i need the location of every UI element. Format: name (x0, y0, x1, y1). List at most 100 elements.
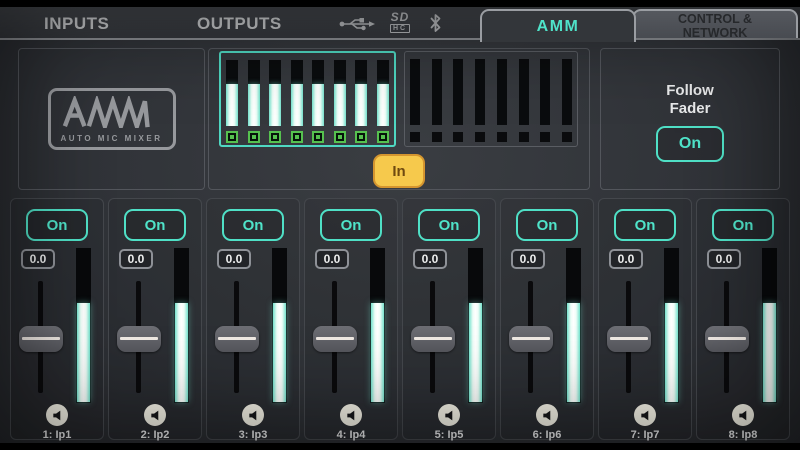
channel-fader-handle[interactable] (215, 326, 259, 352)
amm-meter-bar (269, 60, 281, 126)
channel-strip-6: On 0.0 6: Ip6 (500, 198, 594, 440)
channel-gain-value[interactable]: 0.0 (21, 249, 55, 269)
channel-strip-4: On 0.0 4: Ip4 (304, 198, 398, 440)
channel-level-meter (664, 248, 679, 403)
channel-strip-8: On 0.0 8: Ip8 (696, 198, 790, 440)
channel-on-button[interactable]: On (418, 209, 480, 241)
channel-gain-value[interactable]: 0.0 (609, 249, 643, 269)
channel-label: 2: Ip2 (109, 429, 201, 441)
channel-gain-value[interactable]: 0.0 (413, 249, 447, 269)
amm-in-button[interactable]: In (373, 154, 425, 188)
follow-fader-on-button[interactable]: On (656, 126, 724, 162)
follow-fader-label: Follow Fader (601, 82, 779, 118)
gate-open-indicator (248, 131, 260, 143)
channel-gain-value[interactable]: 0.0 (119, 249, 153, 269)
channel-gain-value[interactable]: 0.0 (217, 249, 251, 269)
channel-fader-handle[interactable] (117, 326, 161, 352)
channel-fader-handle[interactable] (313, 326, 357, 352)
channel-fader-handle[interactable] (607, 326, 651, 352)
channel-fader-handle[interactable] (509, 326, 553, 352)
channel-strip-7: On 0.0 7: Ip7 (598, 198, 692, 440)
follow-fader-line1: Follow (666, 82, 714, 99)
amm-logo-box: AUTO MIC MIXER (18, 48, 205, 190)
channel-on-button[interactable]: On (516, 209, 578, 241)
channel-label: 7: Ip7 (599, 429, 691, 441)
mixer-screen: INPUTS OUTPUTS SD HC (0, 7, 800, 443)
channel-label: 5: Ip5 (403, 429, 495, 441)
gate-off-indicator (519, 132, 529, 142)
channel-gain-value[interactable]: 0.0 (315, 249, 349, 269)
tab-outputs[interactable]: OUTPUTS (197, 14, 282, 34)
channel-level-meter (762, 248, 777, 403)
channel-on-button[interactable]: On (124, 209, 186, 241)
amm-meter-bar-inactive (519, 59, 529, 125)
amm-meter-bar (248, 60, 260, 126)
speaker-icon[interactable] (438, 404, 460, 426)
auto-mic-mixer-logo: AUTO MIC MIXER (48, 88, 176, 150)
amm-meter-bar-inactive (497, 59, 507, 125)
gate-off-indicator (497, 132, 507, 142)
amm-meter-bar-inactive (432, 59, 442, 125)
channel-fader-handle[interactable] (411, 326, 455, 352)
tab-control-network[interactable]: CONTROL & NETWORK (632, 9, 798, 38)
channel-on-button[interactable]: On (222, 209, 284, 241)
amm-meter-bar (291, 60, 303, 126)
channel-strips: On 0.0 1: Ip1 On 0.0 2: Ip2 On 0.0 3: Ip… (10, 198, 790, 440)
channel-label: 8: Ip8 (697, 429, 789, 441)
channel-label: 1: Ip1 (11, 429, 103, 441)
gate-open-indicator (377, 131, 389, 143)
follow-fader-line2: Fader (670, 100, 711, 117)
channel-on-button[interactable]: On (320, 209, 382, 241)
channel-fader-handle[interactable] (705, 326, 749, 352)
sdhc-card-icon: SD HC (385, 11, 415, 33)
gate-open-indicator (226, 131, 238, 143)
amm-meter-bar (312, 60, 324, 126)
gate-open-indicator (269, 131, 281, 143)
follow-fader-box: Follow Fader On (600, 48, 780, 190)
channel-gain-value[interactable]: 0.0 (511, 249, 545, 269)
usb-icon (338, 16, 376, 36)
control-tab-line2: NETWORK (683, 26, 748, 40)
speaker-icon[interactable] (242, 404, 264, 426)
channel-strip-2: On 0.0 2: Ip2 (108, 198, 202, 440)
speaker-icon[interactable] (732, 404, 754, 426)
amm-meter-bar-inactive (410, 59, 420, 125)
channel-label: 6: Ip6 (501, 429, 593, 441)
channel-strip-1: On 0.0 1: Ip1 (10, 198, 104, 440)
gate-open-indicator (291, 131, 303, 143)
gate-off-indicator (432, 132, 442, 142)
channel-level-meter (272, 248, 287, 403)
amm-meters-panel: In (208, 48, 590, 190)
channel-on-button[interactable]: On (26, 209, 88, 241)
channel-gain-value[interactable]: 0.0 (707, 249, 741, 269)
amm-meter-bar-inactive (453, 59, 463, 125)
bluetooth-icon (429, 13, 442, 38)
amm-logo-glyph (60, 96, 164, 128)
tab-amm[interactable]: AMM (480, 9, 636, 42)
amm-inactive-meters (404, 51, 578, 147)
gate-open-indicator (355, 131, 367, 143)
speaker-icon[interactable] (340, 404, 362, 426)
gate-open-indicator (334, 131, 346, 143)
channel-strip-5: On 0.0 5: Ip5 (402, 198, 496, 440)
gate-off-indicator (410, 132, 420, 142)
amm-meter-bar (377, 60, 389, 126)
amm-active-meters (219, 51, 396, 147)
speaker-icon[interactable] (536, 404, 558, 426)
channel-level-meter (76, 248, 91, 403)
channel-on-button[interactable]: On (712, 209, 774, 241)
speaker-icon[interactable] (46, 404, 68, 426)
control-tab-line1: CONTROL & (678, 12, 752, 26)
channel-level-meter (370, 248, 385, 403)
channel-label: 4: Ip4 (305, 429, 397, 441)
channel-strip-3: On 0.0 3: Ip3 (206, 198, 300, 440)
channel-fader-handle[interactable] (19, 326, 63, 352)
gate-off-indicator (562, 132, 572, 142)
gate-open-indicator (312, 131, 324, 143)
channel-level-meter (468, 248, 483, 403)
amm-logo-subtitle: AUTO MIC MIXER (51, 134, 173, 143)
speaker-icon[interactable] (634, 404, 656, 426)
channel-on-button[interactable]: On (614, 209, 676, 241)
speaker-icon[interactable] (144, 404, 166, 426)
tab-inputs[interactable]: INPUTS (44, 14, 109, 34)
